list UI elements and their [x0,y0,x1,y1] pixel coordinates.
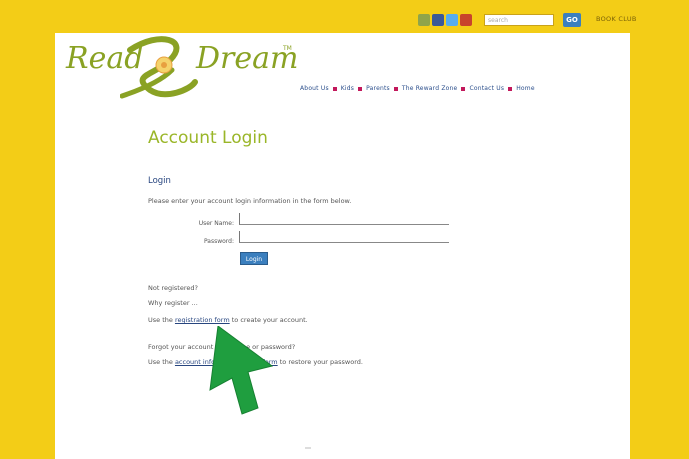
login-heading: Login [148,176,171,186]
nav-separator [332,86,337,91]
nav-item-home[interactable]: Home [516,85,535,92]
nav-item-parents[interactable]: Parents [366,85,390,92]
logo-ribbon-icon [120,36,198,99]
nav-item-kids[interactable]: Kids [341,85,354,92]
page-title: Account Login [148,128,268,148]
email-icon[interactable] [418,14,430,26]
facebook-icon[interactable] [432,14,444,26]
nav-item-contact-us[interactable]: Contact Us [469,85,504,92]
search-input[interactable]: search [484,14,554,26]
login-intro: Please enter your account login informat… [148,197,352,205]
search-go-button[interactable]: GO [563,13,581,27]
footer-divider [305,447,311,449]
login-button[interactable]: Login [240,252,268,265]
myspace-icon[interactable] [460,14,472,26]
password-label: Password: [203,238,234,245]
nav-separator [461,86,466,91]
nav-separator [393,86,398,91]
username-field[interactable] [239,213,449,225]
twitter-icon[interactable] [446,14,458,26]
password-field[interactable] [239,231,449,243]
pointer-arrow-icon [209,326,274,415]
nav-separator [508,86,513,91]
register-suffix: to create your account. [229,316,308,324]
not-registered-heading: Not registered? [148,284,198,292]
register-prefix: Use the [148,316,175,324]
register-line: Use the registration form to create your… [148,316,308,324]
logo-trademark: TM [283,45,292,52]
main-nav: About Us Kids Parents The Reward Zone Contac… [300,85,535,92]
why-register-text: Why register ... [148,299,198,307]
registration-form-link[interactable]: registration form [175,316,230,324]
nav-item-about-us[interactable]: About Us [300,85,329,92]
username-label: User Name: [198,220,234,227]
forgot-prefix: Use the [148,358,175,366]
forgot-suffix: to restore your password. [277,358,363,366]
nav-separator [358,86,363,91]
nav-item-reward-zone[interactable]: The Reward Zone [402,85,458,92]
book-club-link[interactable]: BOOK CLUB [596,15,637,23]
